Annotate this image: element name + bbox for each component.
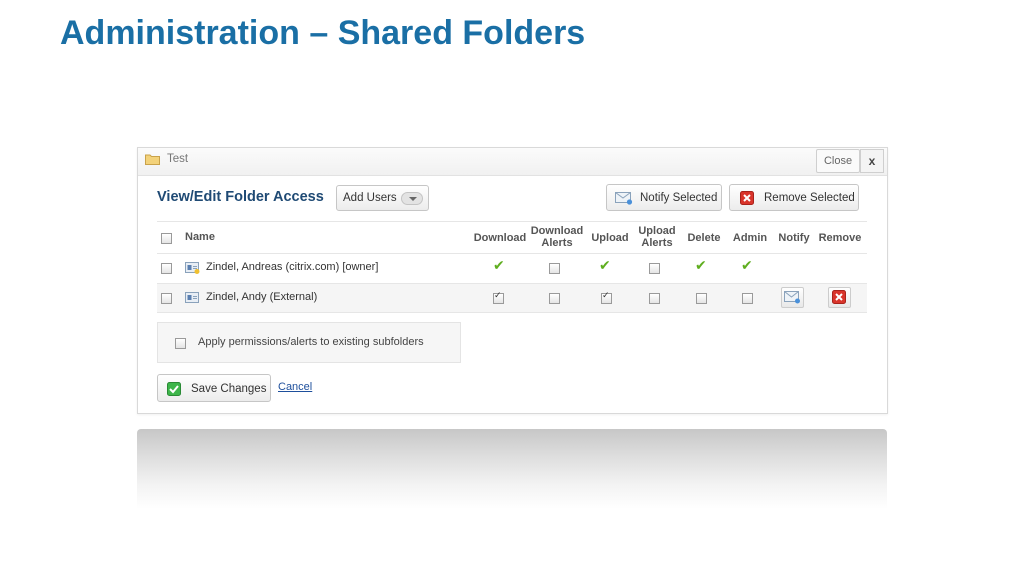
divider — [157, 221, 867, 222]
add-users-label: Add Users — [343, 192, 397, 204]
check-icon — [167, 382, 181, 396]
slide-title: Administration – Shared Folders — [60, 14, 586, 52]
remove-selected-label: Remove Selected — [764, 192, 855, 204]
divider — [157, 253, 867, 254]
header-upload: Upload — [591, 232, 629, 244]
divider — [157, 312, 867, 313]
header-name: Name — [185, 231, 215, 243]
header-admin: Admin — [732, 232, 768, 244]
user-icon — [185, 292, 199, 303]
row-select-checkbox[interactable] — [161, 263, 172, 274]
download-granted-check-icon: ✔ — [493, 258, 505, 274]
notify-selected-button[interactable]: Notify Selected — [606, 184, 722, 211]
delete-granted-check-icon: ✔ — [695, 258, 707, 274]
header-download: Download — [473, 232, 527, 244]
remove-user-button[interactable] — [828, 287, 851, 308]
close-x-button[interactable]: x — [860, 149, 884, 173]
add-users-button[interactable]: Add Users — [336, 185, 429, 211]
download-checkbox[interactable] — [493, 291, 504, 304]
admin-granted-check-icon: ✔ — [741, 258, 753, 274]
folder-access-dialog: Test Close x View/Edit Folder Access Add… — [137, 147, 888, 414]
remove-icon — [832, 290, 846, 304]
row-select-checkbox[interactable] — [161, 293, 172, 304]
divider — [157, 283, 867, 284]
cancel-link[interactable]: Cancel — [278, 381, 312, 393]
envelope-icon — [784, 291, 800, 304]
header-download-alerts: Download Alerts — [530, 225, 584, 249]
remove-selected-button[interactable]: Remove Selected — [729, 184, 859, 211]
save-changes-button[interactable]: Save Changes — [157, 374, 271, 402]
dialog-folder-name: Test — [167, 153, 189, 165]
dialog-titlebar: Test Close x — [138, 148, 887, 176]
user-name: Zindel, Andreas (citrix.com) [owner] — [206, 261, 379, 273]
download-alerts-checkbox[interactable] — [549, 263, 560, 274]
close-button[interactable]: Close — [816, 149, 860, 173]
header-upload-alerts: Upload Alerts — [638, 225, 676, 249]
upload-alerts-checkbox[interactable] — [649, 293, 660, 304]
upload-granted-check-icon: ✔ — [599, 258, 611, 274]
owner-user-icon — [185, 262, 200, 274]
save-changes-label: Save Changes — [191, 383, 267, 395]
remove-icon — [740, 191, 754, 205]
header-notify: Notify — [778, 232, 810, 244]
envelope-icon — [615, 192, 633, 205]
delete-checkbox[interactable] — [696, 293, 707, 304]
download-alerts-checkbox[interactable] — [549, 293, 560, 304]
select-all-checkbox[interactable] — [161, 233, 172, 244]
upload-checkbox[interactable] — [601, 291, 612, 304]
notify-selected-label: Notify Selected — [640, 192, 718, 204]
header-delete: Delete — [687, 232, 721, 244]
upload-alerts-checkbox[interactable] — [649, 263, 660, 274]
apply-subfolders-panel: Apply permissions/alerts to existing sub… — [157, 322, 461, 363]
folder-icon — [145, 154, 160, 165]
header-remove: Remove — [818, 232, 862, 244]
admin-checkbox[interactable] — [742, 293, 753, 304]
apply-subfolders-label: Apply permissions/alerts to existing sub… — [198, 336, 424, 348]
dialog-reflection — [137, 429, 887, 509]
section-title: View/Edit Folder Access — [157, 189, 324, 205]
user-name: Zindel, Andy (External) — [206, 291, 318, 303]
apply-subfolders-checkbox[interactable] — [175, 338, 186, 349]
chevron-down-icon — [401, 192, 423, 205]
notify-user-button[interactable] — [781, 287, 804, 308]
